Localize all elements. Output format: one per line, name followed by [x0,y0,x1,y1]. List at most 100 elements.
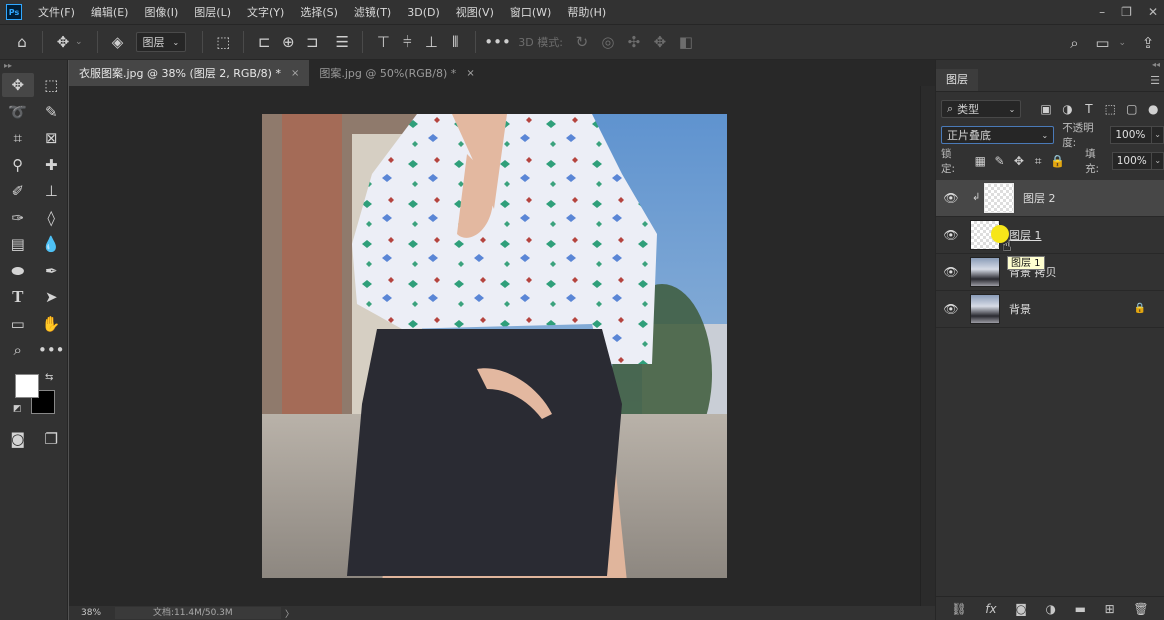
shape-filter-icon[interactable]: ⬚ [1100,102,1121,116]
eye-icon[interactable]: 👁 [936,228,966,242]
layer-name[interactable]: 背景 [1009,301,1031,317]
delete-layer-icon[interactable]: 🗑 [1133,602,1148,616]
quick-select-icon[interactable]: ✎ [36,100,68,124]
add-mask-icon[interactable]: ◙ [1015,602,1027,616]
align-bottom-icon[interactable]: ⊥ [419,24,443,60]
align-vcenter-icon[interactable]: ⫩ [395,24,419,60]
minimize-button[interactable]: – [1099,5,1105,19]
blur-icon[interactable]: 💧 [36,232,68,256]
collapse-icon[interactable]: ▸▸ [0,60,67,72]
tab-layers[interactable]: 图层 [936,69,978,91]
transform-controls-icon[interactable]: ⬚ [211,24,235,60]
lock-artboard-icon[interactable]: ⌗ [1029,154,1048,169]
eye-icon[interactable]: 👁 [936,191,966,205]
close-icon[interactable]: × [466,68,474,79]
new-group-icon[interactable]: ▬ [1075,602,1086,616]
brush-icon[interactable]: ✐ [2,179,34,203]
restore-button[interactable]: ❐ [1121,5,1132,19]
blend-mode-dropdown[interactable]: 正片叠底 ⌄ [941,126,1055,144]
menu-window[interactable]: 窗口(W) [504,4,557,20]
history-brush-icon[interactable]: ✑ [2,206,34,230]
layers-stack-icon[interactable]: ◈ [106,24,130,60]
dodge-icon[interactable]: ⬬ [2,259,34,283]
smart-object-filter-icon[interactable]: ▢ [1121,102,1142,116]
home-icon[interactable]: ⌂ [10,24,34,60]
stamp-icon[interactable]: ⊥ [36,179,68,203]
marquee-icon[interactable]: ⬚ [36,73,68,97]
3d-pan-icon[interactable]: ✣ [621,33,647,51]
chevron-down-icon[interactable]: ⌄ [1118,38,1126,48]
close-icon[interactable]: × [291,68,299,79]
type-icon[interactable]: T [2,285,34,309]
menu-view[interactable]: 视图(V) [450,4,500,20]
menu-edit[interactable]: 编辑(E) [85,4,135,20]
workspace-icon[interactable]: ▭ [1090,25,1114,61]
eye-icon[interactable]: 👁 [936,302,966,316]
distribute-vertical-icon[interactable]: ☰ [330,24,354,60]
document-info[interactable]: 文档:11.4M/50.3M [115,607,281,619]
align-top-icon[interactable]: ⊤ [371,24,395,60]
path-select-icon[interactable]: ➤ [36,285,68,309]
crop-icon[interactable]: ⌗ [2,126,34,150]
3d-roll-icon[interactable]: ◎ [595,33,621,51]
layer-name[interactable]: 图层 2 [1023,190,1056,206]
canvas-area[interactable] [69,86,920,606]
quick-mask-icon[interactable]: ◙ [2,427,34,451]
healing-icon[interactable]: ✚ [36,153,68,177]
fx-icon[interactable]: fx [985,602,996,616]
3d-camera-icon[interactable]: ◧ [673,33,699,51]
menu-filter[interactable]: 滤镜(T) [348,4,397,20]
align-right-icon[interactable]: ⊐ [300,24,324,60]
screen-mode-icon[interactable]: ❐ [36,427,68,451]
move-tool-icon[interactable]: ✥ [51,24,75,60]
status-menu-arrow[interactable]: 〉 [285,607,294,620]
lock-position-icon[interactable]: ✥ [1009,154,1028,168]
close-button[interactable]: ✕ [1148,5,1158,19]
move-icon[interactable]: ✥ [2,73,34,98]
zoom-icon[interactable]: ⌕ [2,338,34,362]
lock-all-icon[interactable]: 🔒 [1048,154,1067,168]
chevron-down-icon[interactable]: ⌄ [75,37,83,47]
menu-image[interactable]: 图像(I) [138,4,184,20]
eraser-icon[interactable]: ◊ [36,206,68,230]
layer-row-background[interactable]: 👁 背景 🔒 [936,291,1164,328]
tab-clothing-pattern[interactable]: 衣服图案.jpg @ 38% (图层 2, RGB/8) * × [69,60,310,86]
filter-kind-dropdown[interactable]: ⌕ 类型 ⌄ [941,100,1022,118]
more-options-icon[interactable]: ••• [484,24,511,60]
pen-icon[interactable]: ✒ [36,259,68,283]
adjustment-filter-icon[interactable]: ◑ [1057,102,1078,116]
menu-layer[interactable]: 图层(L) [188,4,237,20]
layer-name[interactable]: 图层 1 [1009,227,1042,243]
search-icon[interactable]: ⌕ [1062,25,1086,61]
menu-type[interactable]: 文字(Y) [241,4,290,20]
menu-help[interactable]: 帮助(H) [561,4,612,20]
vertical-scrollbar[interactable] [920,86,935,606]
menu-3d[interactable]: 3D(D) [401,6,446,19]
3d-orbit-icon[interactable]: ↻ [569,33,595,51]
layer-row-layer-2[interactable]: 👁 ↲ 图层 2 [936,180,1164,217]
menu-select[interactable]: 选择(S) [294,4,344,20]
fill-slider-arrow[interactable]: ⌄ [1152,152,1164,170]
distribute-horizontal-icon[interactable]: ⫴ [443,24,467,60]
rectangle-icon[interactable]: ▭ [2,312,34,336]
foreground-color-swatch[interactable] [15,373,39,398]
adjustment-layer-icon[interactable]: ◑ [1046,602,1056,616]
type-filter-icon[interactable]: T [1078,102,1099,116]
share-icon[interactable]: ⇪ [1136,25,1160,61]
more-icon[interactable]: ••• [36,338,68,362]
layer-row-background-copy[interactable]: 👁 背景 拷贝 [936,254,1164,291]
link-layers-icon[interactable]: ⛓ [951,602,966,616]
3d-slide-icon[interactable]: ✥ [647,33,673,51]
gradient-icon[interactable]: ▤ [2,232,34,256]
new-layer-icon[interactable]: ⊞ [1105,602,1115,616]
zoom-level[interactable]: 38% [69,608,115,618]
align-left-icon[interactable]: ⊏ [252,24,276,60]
fill-input[interactable]: 100% [1111,152,1153,170]
tab-pattern[interactable]: 图案.jpg @ 50%(RGB/8) * × [309,60,484,86]
menu-file[interactable]: 文件(F) [32,4,81,20]
document-canvas[interactable] [262,114,727,578]
lock-transparency-icon[interactable]: ▦ [971,154,990,168]
filter-toggle-icon[interactable]: ● [1143,102,1164,116]
lock-pixels-icon[interactable]: ✎ [990,154,1009,168]
align-hcenter-icon[interactable]: ⊕ [276,24,300,60]
